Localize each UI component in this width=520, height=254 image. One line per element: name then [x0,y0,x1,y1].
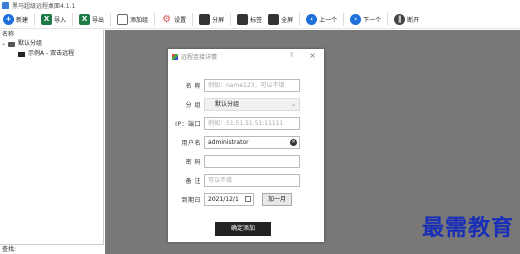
toolbar: + 新建 X 导入 X 导出 添加组 ⚙ 设置 分屏 标签 全屏 ‹ 上一个 › 下一个 ‖… [0,10,520,29]
group-icon [8,41,16,47]
title-bar: 黑马超级远程桌面4.1.1 [0,0,520,10]
ip-label: IP：端口 [175,121,201,128]
export-button[interactable]: X 导出 [76,11,107,28]
split-screen-button[interactable]: 分屏 [196,11,227,28]
split-screen-icon [199,13,211,25]
dialog-title-bar: 远程连接详情 ? × [168,49,324,64]
app-icon [2,1,9,9]
chevron-down-icon: ⌄ [290,101,296,108]
watermark: 最需教育 [421,215,514,241]
search-status-bar[interactable]: 查找: [0,244,104,254]
ip-input[interactable]: 例如：51.51.51.51:11111 [204,117,300,130]
toolbar-separator [230,12,232,26]
toolbar-separator [154,12,156,26]
toolbar-separator [387,12,389,26]
password-row: 密 码 [168,155,324,168]
name-row: 名 称 例如：name123，可以不填 [168,79,324,92]
toolbar-separator [110,12,112,26]
toolbar-separator [343,12,345,26]
gear-icon: ⚙ [161,13,173,25]
ip-row: IP：端口 例如：51.51.51.51:11111 [168,117,324,130]
connection-tree-pane: 名称 ⌄ 默认分组 示例A - 双击远程 查找: [0,30,104,254]
import-button[interactable]: X 导入 [38,11,69,28]
prev-icon: ‹ [306,13,318,25]
expire-label: 到期日 [181,197,201,204]
toolbar-separator [34,12,36,26]
tree-column-header: 名称 [2,31,15,38]
new-icon: + [3,13,14,25]
close-icon[interactable]: × [309,51,316,60]
add-month-button[interactable]: 加一月 [262,193,292,206]
help-icon[interactable]: ? [290,52,293,59]
username-row: 用户名 administrator ✕ [168,136,324,149]
clear-icon[interactable]: ✕ [290,139,297,146]
tab-icon [237,13,249,25]
new-button[interactable]: + 新建 [0,11,31,28]
tree-item-example-a[interactable]: 示例A - 双击远程 [0,49,103,59]
username-input[interactable]: administrator ✕ [204,136,300,149]
note-label: 备 注 [185,178,201,185]
excel-import-icon: X [41,13,53,25]
add-group-icon [117,13,129,25]
fullscreen-button[interactable]: 全屏 [265,11,296,28]
monitor-icon [18,51,25,57]
tab-button[interactable]: 标签 [234,11,265,28]
chevron-down-icon[interactable]: ⌄ [1,39,6,49]
calendar-icon[interactable] [245,196,251,202]
excel-export-icon: X [79,13,91,25]
expire-row: 到期日 2021/12/1 加一月 [168,193,324,206]
window-title: 黑马超级远程桌面4.1.1 [12,2,76,10]
dialog-app-icon [172,53,178,60]
group-label: 分 组 [185,102,201,109]
dialog-title: 远程连接详情 [181,54,218,61]
password-label: 密 码 [185,159,201,166]
expire-date-picker[interactable]: 2021/12/1 [204,193,254,206]
next-button[interactable]: › 下一个 [347,11,384,28]
name-label: 名 称 [185,83,201,90]
group-row: 分 组 默认分组 ⌄ [168,98,324,111]
name-input[interactable]: 例如：name123，可以不填 [204,79,300,92]
prev-button[interactable]: ‹ 上一个 [303,11,340,28]
password-input[interactable] [204,155,300,168]
toolbar-separator [299,12,301,26]
confirm-add-button[interactable]: 确定添加 [215,222,271,236]
connection-detail-dialog: 远程连接详情 ? × 名 称 例如：name123，可以不填 分 组 默认分组 … [168,49,324,242]
fullscreen-icon [268,13,280,25]
add-group-button[interactable]: 添加组 [114,11,151,28]
next-icon: › [350,13,362,25]
note-input[interactable]: 可以不填 [204,174,300,187]
toolbar-separator [72,12,74,26]
note-row: 备 注 可以不填 [168,174,324,187]
toolbar-separator [192,12,194,26]
tree-group-default[interactable]: ⌄ 默认分组 [0,39,103,49]
disconnect-button[interactable]: ‖ 断开 [391,11,422,28]
disconnect-icon: ‖ [394,13,406,25]
group-select[interactable]: 默认分组 ⌄ [204,98,300,111]
settings-button[interactable]: ⚙ 设置 [158,11,189,28]
username-label: 用户名 [181,140,201,147]
